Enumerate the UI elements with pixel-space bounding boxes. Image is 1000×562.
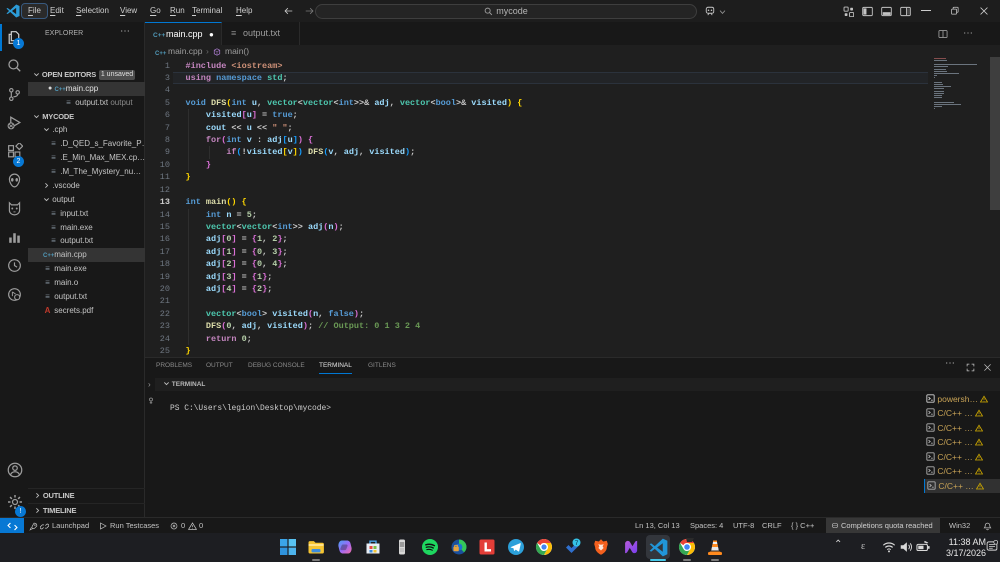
svg-text:7: 7 <box>574 540 578 547</box>
